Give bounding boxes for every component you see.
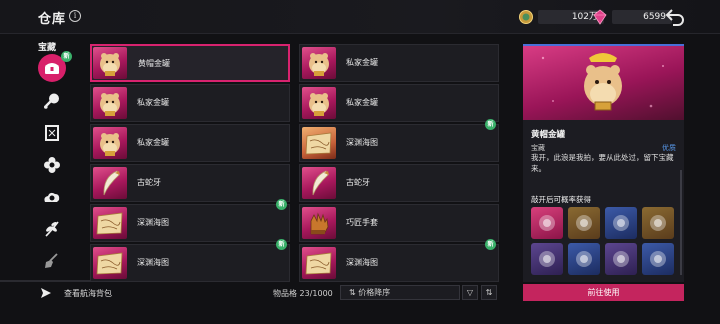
inventory-item-name: 私家金罐 [137,98,169,107]
hamster-pot-icon [93,47,127,79]
amulet-icon[interactable] [642,243,674,275]
gauntlet-icon [302,207,336,239]
inventory-item-name: 深渊海图 [137,258,169,267]
inventory-item-name: 私家金罐 [346,98,378,107]
inventory-item-name: 古蛇牙 [346,178,370,187]
treasure-chest-icon [45,63,59,74]
send-arrow-icon [41,288,51,298]
purple-ring-icon[interactable] [605,243,637,275]
inventory-item-name: 深渊海图 [346,258,378,267]
filter-button[interactable]: ▽ [462,285,478,300]
inventory-item[interactable]: 私家金罐 [299,44,499,82]
inventory-item[interactable]: 深渊海图 新 [90,239,290,282]
blue-blaster-icon[interactable] [605,207,637,239]
new-badge: 新 [485,239,496,250]
order-toggle-icon: ⇅ [485,288,493,297]
view-voyage-bag-link[interactable]: 查看航海背包 [40,285,112,301]
page-title: 仓库 [38,12,67,27]
category-label: 宝藏 [38,43,57,53]
rewards-title: 敲开后可概率获得 [531,195,591,204]
inventory-item-name: 黄帽金罐 [138,59,170,68]
inventory-item[interactable]: 私家金罐 [90,124,290,162]
item-grid: 黄帽金罐 私家金罐 私家金罐 私家金罐 私家金罐 深渊海图新古蛇牙 古蛇牙 深渊海图新巧匠手套… [90,44,500,282]
inventory-item[interactable]: 深渊海图 新 [90,199,290,242]
sidebar-item-emblem[interactable] [41,154,63,176]
drumstick-icon [44,93,59,109]
sidebar-item-shovel[interactable] [41,250,63,272]
pink-snake-gem-icon[interactable] [531,207,563,239]
info-icon[interactable]: i [69,10,81,22]
detail-scrollbar[interactable] [680,170,682,275]
hamster-pot-icon [302,47,336,79]
inventory-item-name: 深渊海图 [346,138,378,147]
detail-item-name: 黄帽金罐 [531,130,566,140]
slot-count: 物品格 23/1000 [273,289,333,298]
card-frame-icon [45,125,59,141]
inventory-item-name: 深渊海图 [137,218,169,227]
go-use-button[interactable]: 前往使用 [523,284,684,301]
chest-bag-icon[interactable] [642,207,674,239]
inventory-item[interactable]: 巧匠手套 [299,204,499,242]
item-preview [523,46,684,120]
currency-gems: 6599 [592,9,672,25]
sort-dropdown[interactable]: ⇅ 价格降序 [340,285,460,300]
sea-map-icon [302,247,336,279]
view-voyage-bag-label: 查看航海背包 [64,288,112,298]
inventory-item[interactable]: 私家金罐 [299,84,499,122]
inventory-item-name: 巧匠手套 [346,218,378,227]
pink-gem-icon [593,9,607,25]
sort-label: 价格降序 [358,288,391,297]
sea-map-icon [93,207,127,239]
sea-map-icon [93,247,127,279]
top-bar: 仓库 i 102万 6599 [0,0,720,34]
sidebar-item-cards[interactable] [41,122,63,144]
new-badge: 新 [61,51,72,62]
detail-description: 我开，此浪是我拍，要从此处过，留下宝藏来。 [531,153,674,173]
inventory-item[interactable]: 古蛇牙 [299,164,499,202]
back-arrow-icon[interactable] [664,7,686,27]
hamster-pot-icon [93,127,127,159]
sidebar-item-plants[interactable] [41,218,63,240]
flower-emblem-icon [44,157,60,173]
inventory-item-name: 私家金罐 [137,138,169,147]
item-detail-panel: 黄帽金罐 宝藏 优质 我开，此浪是我拍，要从此处过，留下宝藏来。 敲开后可概率获… [523,44,684,282]
silver-orbs-icon[interactable] [568,243,600,275]
inventory-item[interactable]: 私家金罐 [90,84,290,122]
filter-icon: ▽ [466,288,474,297]
hamster-pot-icon [302,87,336,119]
game-coin-icon [519,10,533,24]
new-badge: 新 [485,119,496,130]
snake-fang-icon [93,167,127,199]
inventory-item[interactable]: 古蛇牙 [90,164,290,202]
gems-value: 6599 [612,10,672,24]
hamster-pot-icon [541,53,664,111]
order-toggle-button[interactable]: ⇅ [481,285,497,300]
new-badge: 新 [276,199,287,210]
sidebar-item-food[interactable] [41,90,63,112]
sea-map-icon [302,127,336,159]
inventory-item[interactable]: 黄帽金罐 [90,44,290,82]
sidebar-item-treasure[interactable]: 新 [38,51,72,82]
pearl-cluster-icon[interactable] [531,243,563,275]
shovel-icon [45,253,58,268]
snake-fang-icon [302,167,336,199]
hamster-pot-icon [93,87,127,119]
sidebar-item-tools[interactable] [41,186,63,208]
inventory-item[interactable]: 深渊海图 新 [299,239,499,282]
sort-arrows-icon: ⇅ [349,288,356,297]
cloud-gear-icon [44,192,60,202]
inventory-item-name: 私家金罐 [346,58,378,67]
leaf-branch-icon [45,221,59,237]
golden-scepter-icon[interactable] [568,207,600,239]
inventory-item-name: 古蛇牙 [137,178,161,187]
new-badge: 新 [276,239,287,250]
inventory-item[interactable]: 深渊海图 新 [299,119,499,162]
